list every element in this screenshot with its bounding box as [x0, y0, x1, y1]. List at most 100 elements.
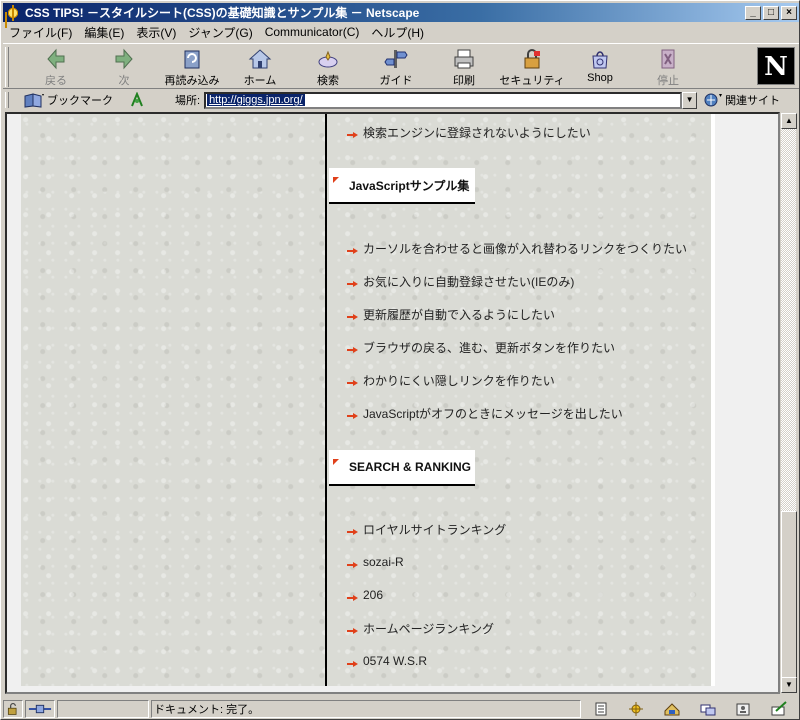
related-sites-icon[interactable]	[703, 92, 723, 108]
menu-help[interactable]: ヘルプ(H)	[365, 24, 430, 41]
window-title: CSS TIPS! －スタイルシート(CSS)の基礎知識とサンプル集 － Net…	[25, 6, 420, 20]
component-bar	[583, 700, 797, 718]
link-text[interactable]: 206	[363, 588, 383, 602]
page-viewport[interactable]: 検索エンジンに登録されないようにしたい JavaScriptサンプル集 カーソル…	[5, 112, 780, 694]
print-label: 印刷	[453, 75, 475, 87]
scrollbar-thumb[interactable]	[781, 511, 797, 679]
red-arrow-icon	[347, 562, 359, 568]
security-status-cell[interactable]	[3, 699, 23, 718]
menu-communicator[interactable]: Communicator(C)	[259, 25, 366, 39]
forward-button[interactable]: 次	[91, 48, 157, 88]
location-toolbar: ブックマーク 場所: http://giggs.jpn.org/ ▼ 関連サイト	[3, 90, 799, 110]
section-heading-text: SEARCH & RANKING	[349, 460, 472, 474]
search-button[interactable]: 検索	[295, 48, 361, 88]
document-icon[interactable]	[592, 701, 610, 717]
chevron-up-icon: ▲	[785, 116, 793, 125]
list-item[interactable]: 検索エンジンに登録されないようにしたい	[347, 124, 591, 140]
forward-arrow-icon	[115, 48, 133, 70]
list-item[interactable]: ホームページランキング	[347, 620, 494, 636]
print-icon	[454, 49, 474, 69]
red-arrow-icon	[347, 661, 359, 667]
menu-go[interactable]: ジャンプ(G)	[182, 24, 258, 41]
list-item[interactable]: 更新履歴が自動で入るようにしたい	[347, 306, 555, 322]
link-text[interactable]: わかりにくい隠しリンクを作りたい	[363, 372, 555, 389]
security-label: セキュリティ	[499, 75, 565, 87]
list-item[interactable]: ブラウザの戻る、進む、更新ボタンを作りたい	[347, 339, 615, 355]
home-button[interactable]: ホーム	[227, 48, 293, 88]
guide-icon	[384, 50, 408, 68]
corner-mark-icon	[333, 177, 341, 185]
title-bar[interactable]: CSS TIPS! －スタイルシート(CSS)の基礎知識とサンプル集 － Net…	[3, 3, 799, 22]
minimize-button[interactable]: _	[745, 5, 761, 20]
browser-window: CSS TIPS! －スタイルシート(CSS)の基礎知識とサンプル集 － Net…	[0, 0, 800, 720]
red-arrow-icon	[347, 314, 359, 320]
menu-view[interactable]: 表示(V)	[130, 24, 182, 41]
link-text[interactable]: 0574 W.S.R	[363, 654, 427, 668]
link-text[interactable]: カーソルを合わせると画像が入れ替わるリンクをつくりたい	[363, 240, 687, 257]
shop-button[interactable]: Shop	[567, 48, 633, 88]
search-label: 検索	[317, 75, 339, 87]
location-label: 場所:	[175, 95, 201, 107]
netscape-app-icon[interactable]	[5, 4, 21, 21]
reload-label: 再読み込み	[164, 75, 220, 87]
red-arrow-icon	[347, 595, 359, 601]
menu-bar: ファイル(F) 編集(E) 表示(V) ジャンプ(G) Communicator…	[3, 23, 799, 41]
link-text[interactable]: 更新履歴が自動で入るようにしたい	[363, 306, 555, 323]
composer-icon[interactable]	[770, 700, 788, 717]
security-lock-icon	[524, 49, 540, 69]
link-text[interactable]: お気に入りに自動登録させたい(IEのみ)	[363, 273, 574, 290]
netscape-logo[interactable]: N	[757, 47, 795, 85]
location-toolbar-grip[interactable]	[5, 92, 9, 108]
unlocked-padlock-icon	[7, 702, 17, 715]
red-arrow-icon	[347, 413, 359, 419]
list-item[interactable]: わかりにくい隠しリンクを作りたい	[347, 372, 555, 388]
page-background: 検索エンジンに登録されないようにしたい JavaScriptサンプル集 カーソル…	[21, 114, 715, 686]
link-text[interactable]: sozai-R	[363, 555, 404, 569]
section-heading-text: JavaScriptサンプル集	[349, 178, 470, 193]
maximize-button[interactable]: □	[763, 5, 779, 20]
security-button[interactable]: セキュリティ	[499, 48, 565, 88]
close-button[interactable]: ×	[781, 5, 797, 20]
bookmarks-icon[interactable]	[23, 92, 45, 108]
red-arrow-icon	[347, 628, 359, 634]
list-item[interactable]: 0574 W.S.R	[347, 653, 427, 669]
status-text: ドキュメント: 完了。	[154, 703, 260, 716]
discussion-icon[interactable]	[699, 701, 717, 717]
list-item[interactable]: 206	[347, 587, 383, 603]
navigation-toolbar: 戻る 次 再読み込み ホーム 検索 ガイド 印刷 セキュリティ Shop 停止 …	[3, 43, 799, 89]
scroll-down-button[interactable]: ▼	[781, 677, 797, 693]
stop-button[interactable]: 停止	[635, 48, 701, 88]
address-book-icon[interactable]	[734, 701, 752, 717]
list-item[interactable]: お気に入りに自動登録させたい(IEのみ)	[347, 273, 574, 289]
list-item[interactable]: カーソルを合わせると画像が入れ替わるリンクをつくりたい	[347, 240, 687, 256]
url-dropdown-button[interactable]: ▼	[682, 91, 698, 109]
url-input[interactable]: http://giggs.jpn.org/	[204, 91, 683, 109]
scroll-up-button[interactable]: ▲	[781, 113, 797, 129]
list-item[interactable]: ロイヤルサイトランキング	[347, 521, 506, 537]
bookmarks-label[interactable]: ブックマーク	[47, 92, 113, 108]
menu-file[interactable]: ファイル(F)	[3, 24, 78, 41]
guide-button[interactable]: ガイド	[363, 48, 429, 88]
connection-status-cell[interactable]	[25, 699, 55, 718]
vertical-scrollbar[interactable]: ▲ ▼	[780, 112, 797, 694]
back-arrow-icon	[47, 48, 65, 70]
mail-icon[interactable]	[663, 701, 681, 717]
back-button[interactable]: 戻る	[23, 48, 89, 88]
link-text[interactable]: ホームページランキング	[363, 620, 494, 637]
section-heading-search-ranking: SEARCH & RANKING	[329, 450, 475, 486]
reload-button[interactable]: 再読み込み	[159, 48, 225, 88]
related-sites-label[interactable]: 関連サイト	[725, 92, 780, 108]
link-text[interactable]: JavaScriptがオフのときにメッセージを出したい	[363, 405, 623, 422]
menu-edit[interactable]: 編集(E)	[78, 24, 130, 41]
list-item[interactable]: sozai-R	[347, 554, 404, 570]
list-item[interactable]: JavaScriptがオフのときにメッセージを出したい	[347, 405, 623, 421]
page-proxy-icon[interactable]	[129, 92, 145, 108]
link-text[interactable]: ブラウザの戻る、進む、更新ボタンを作りたい	[363, 339, 615, 356]
red-arrow-icon	[347, 347, 359, 353]
corner-mark-icon	[333, 459, 341, 467]
toolbar-grip[interactable]	[5, 47, 9, 87]
link-text[interactable]: 検索エンジンに登録されないようにしたい	[363, 124, 591, 141]
navigator-icon[interactable]	[627, 701, 645, 717]
print-button[interactable]: 印刷	[431, 48, 497, 88]
link-text[interactable]: ロイヤルサイトランキング	[363, 521, 506, 538]
